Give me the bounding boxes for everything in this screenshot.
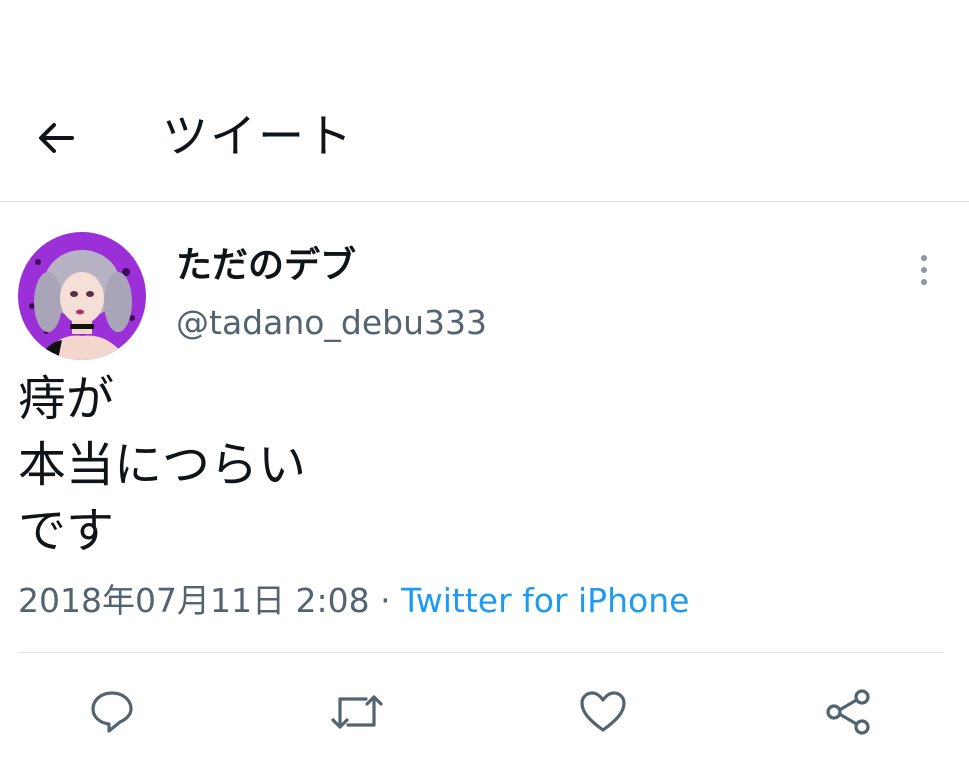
top-bar: ツイート <box>0 0 969 202</box>
back-button[interactable] <box>30 112 82 164</box>
tweet-detail-screen: ツイート ただのデブ @tadano_debu333 痔が 本当につらい です … <box>0 0 969 768</box>
tweet-timestamp[interactable]: 2018年07月11日 2:08 <box>18 581 370 620</box>
arrow-left-icon <box>39 123 74 153</box>
user-handle[interactable]: @tadano_debu333 <box>176 302 487 344</box>
more-options-button[interactable] <box>908 250 940 290</box>
more-vertical-icon <box>921 255 927 285</box>
share-button[interactable] <box>818 682 878 742</box>
tweet-text-line: 本当につらい <box>18 437 307 493</box>
reply-icon <box>91 691 133 733</box>
like-icon <box>580 691 626 732</box>
avatar-illustration <box>18 232 146 360</box>
retweet-button[interactable] <box>327 682 387 742</box>
divider <box>18 652 944 653</box>
display-name[interactable]: ただのデブ <box>176 244 356 288</box>
avatar[interactable] <box>18 232 146 360</box>
tweet-text: 痔が 本当につらい です <box>18 366 306 564</box>
share-icon <box>826 689 870 735</box>
reply-button[interactable] <box>82 682 142 742</box>
meta-separator: · <box>380 581 391 620</box>
tweet-source-link[interactable]: Twitter for iPhone <box>401 581 689 620</box>
page-title: ツイート <box>162 109 354 163</box>
retweet-icon <box>331 695 383 729</box>
tweet-text-line: 痔が <box>18 371 115 427</box>
like-button[interactable] <box>573 682 633 742</box>
tweet-text-line: です <box>18 503 115 559</box>
tweet-meta: 2018年07月11日 2:08 · Twitter for iPhone <box>18 578 689 624</box>
